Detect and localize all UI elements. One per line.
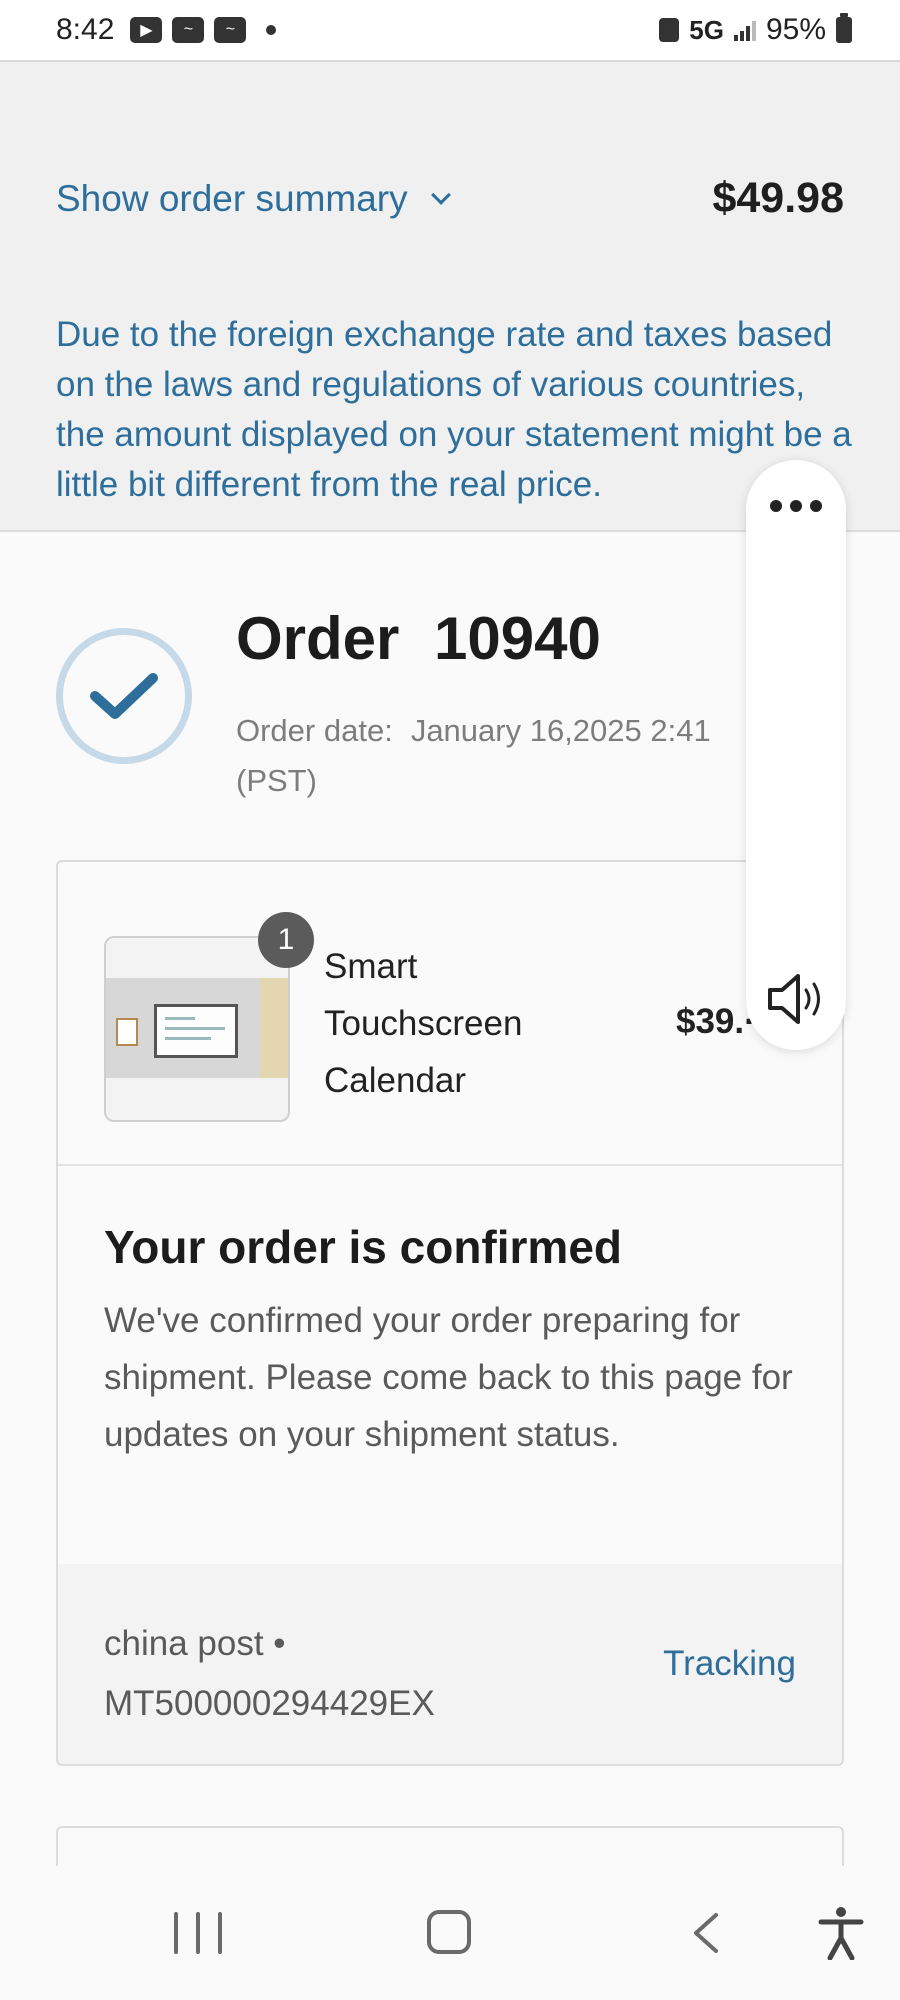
tracking-number: MT500000294429EX xyxy=(104,1684,435,1723)
exchange-rate-note: Due to the foreign exchange rate and tax… xyxy=(56,315,852,504)
battery-percent: 95% xyxy=(765,13,826,46)
carrier-info: china post • MT500000294429EX xyxy=(104,1614,435,1734)
product-price: $39.· xyxy=(676,1002,756,1041)
back-icon[interactable] xyxy=(690,1912,720,1954)
order-confirmed-check-icon xyxy=(56,628,192,764)
battery-icon xyxy=(836,13,852,43)
speaker-icon[interactable] xyxy=(766,972,828,1026)
order-date: Order date: January 16,2025 2:41 (PST) xyxy=(236,706,756,806)
notification-dot-icon xyxy=(266,25,277,35)
product-row: 1 Smart Touchscreen Calendar $39.· xyxy=(58,862,842,1166)
order-date-label: Order date: xyxy=(236,713,393,748)
summary-total: $49.98 xyxy=(712,174,844,222)
more-options-icon[interactable] xyxy=(770,500,822,514)
thumbnail-frame xyxy=(116,1018,138,1046)
checkmark-icon xyxy=(90,673,158,719)
confirmation-text: We've confirmed your order preparing for… xyxy=(104,1301,793,1454)
floating-panel xyxy=(746,460,846,1050)
accessibility-icon[interactable] xyxy=(818,1906,864,1960)
thumbnail-cabinet xyxy=(260,978,288,1078)
order-title: Order 10940 xyxy=(236,605,601,672)
tracking-link[interactable]: Tracking xyxy=(663,1644,796,1684)
status-time: 8:42 xyxy=(56,13,115,46)
confirmation-section: Your order is confirmed We've confirmed … xyxy=(58,1166,842,1564)
recent-apps-icon[interactable] xyxy=(174,1912,222,1954)
lock-icon xyxy=(659,18,680,42)
status-right: 5G 95% xyxy=(659,13,852,47)
order-details-card: 1 Smart Touchscreen Calendar $39.· Your … xyxy=(56,860,844,1766)
order-summary-band: Show order summary $49.98 Due to the for… xyxy=(0,62,900,532)
app-icon: ~ xyxy=(214,17,247,43)
summary-toggle-label: Show order summary xyxy=(56,178,408,219)
thumbnail-screen xyxy=(154,1004,238,1058)
network-type: 5G xyxy=(689,14,724,45)
confirmation-title: Your order is confirmed xyxy=(104,1221,623,1273)
system-nav-bar xyxy=(0,1866,900,2000)
shipment-row: china post • MT500000294429EX Tracking xyxy=(58,1564,842,1764)
product-thumbnail[interactable] xyxy=(104,936,290,1122)
app-icon: ~ xyxy=(172,17,205,43)
chevron-down-icon xyxy=(430,185,451,205)
status-bar: 8:42 ▶ ~ ~ 5G 95% xyxy=(0,0,900,62)
signal-icon xyxy=(733,19,756,41)
home-icon[interactable] xyxy=(427,1910,471,1954)
youtube-icon: ▶ xyxy=(130,17,163,43)
product-name: Smart Touchscreen Calendar xyxy=(324,947,523,1100)
carrier-name: china post • xyxy=(104,1624,286,1663)
status-left: 8:42 ▶ ~ ~ xyxy=(56,13,277,47)
show-order-summary-button[interactable]: Show order summary xyxy=(56,178,451,220)
quantity-badge: 1 xyxy=(258,912,314,968)
